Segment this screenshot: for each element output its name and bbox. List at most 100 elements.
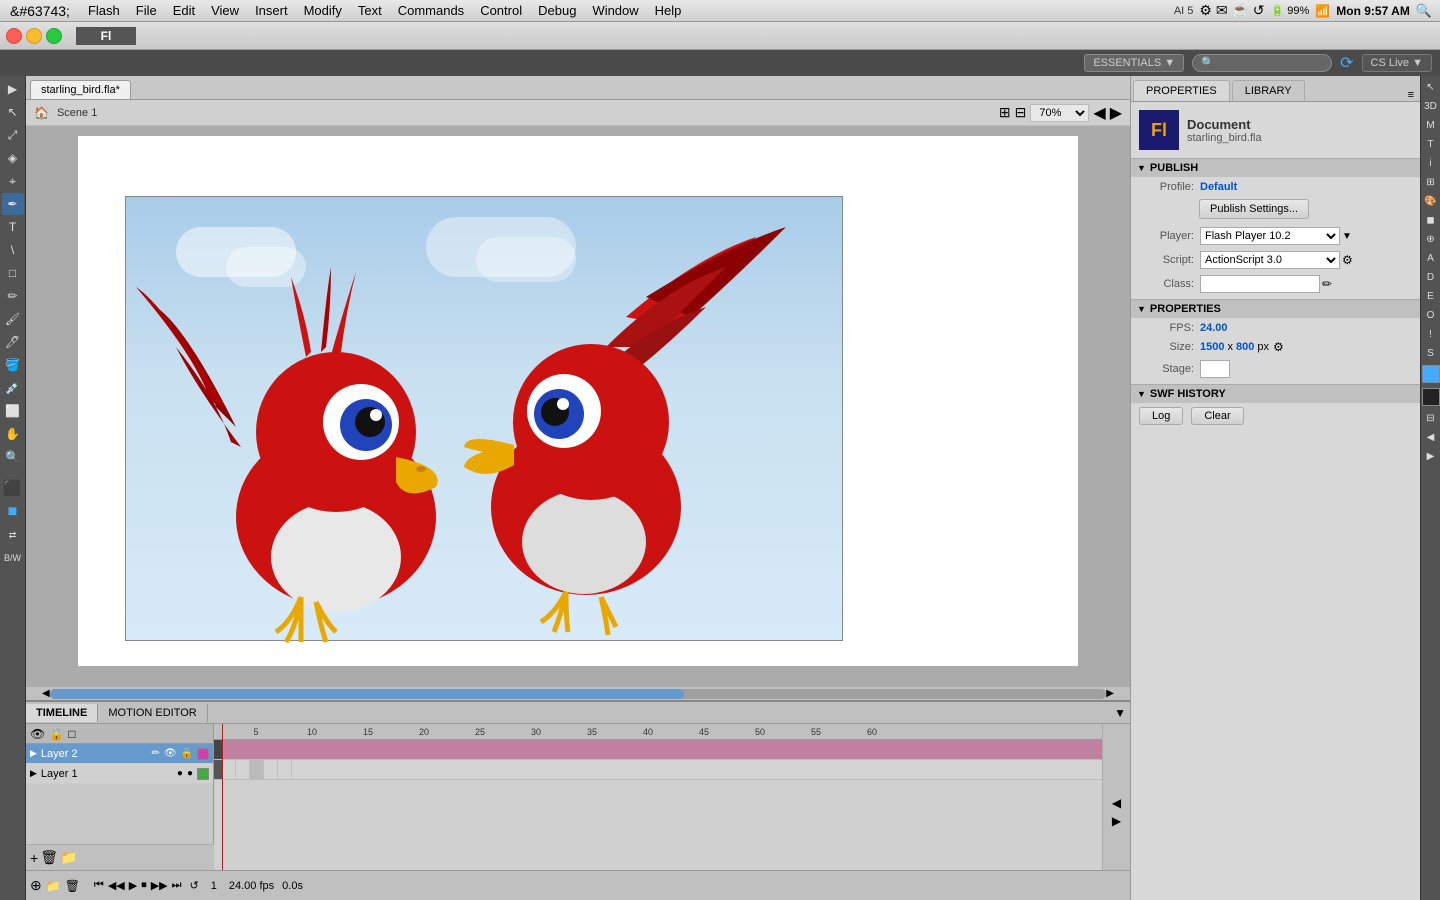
- tl-loop-icon[interactable]: ↺: [190, 879, 199, 892]
- class-edit-icon[interactable]: ✏: [1322, 277, 1332, 291]
- layer-row-2[interactable]: ▶ Layer 2 ✏ 👁 🔒: [26, 744, 213, 764]
- menu-modify[interactable]: Modify: [296, 0, 350, 22]
- free-transform-tool[interactable]: ⤢: [2, 124, 24, 146]
- scroll-track[interactable]: [50, 689, 1107, 699]
- publish-settings-button[interactable]: Publish Settings...: [1199, 199, 1309, 219]
- menu-view[interactable]: View: [203, 0, 247, 22]
- minimize-window-button[interactable]: [26, 28, 42, 44]
- scroll-left-button[interactable]: ◀: [42, 688, 50, 699]
- apple-menu[interactable]: &#63743;: [10, 3, 70, 19]
- menu-flash[interactable]: Flash: [80, 0, 128, 22]
- clear-button[interactable]: Clear: [1191, 407, 1243, 425]
- tl-next-frame-icon[interactable]: ▶▶: [151, 879, 168, 892]
- lasso-tool[interactable]: ⌖: [2, 170, 24, 192]
- script-select[interactable]: ActionScript 3.0 ActionScript 2.0: [1200, 251, 1340, 269]
- right-tool-11[interactable]: D: [1422, 268, 1440, 286]
- pen-tool[interactable]: ✒: [2, 193, 24, 215]
- layer-1-eye-icon[interactable]: ●: [177, 768, 183, 779]
- panel-menu-icon[interactable]: ≡: [1408, 89, 1414, 101]
- right-tool-15[interactable]: S: [1422, 344, 1440, 362]
- fps-value[interactable]: 24.00: [1200, 322, 1228, 334]
- right-tool-1[interactable]: ↖: [1422, 78, 1440, 96]
- inkbottle-tool[interactable]: 🖊: [2, 331, 24, 353]
- right-tool-13[interactable]: O: [1422, 306, 1440, 324]
- timeline-scroll-left[interactable]: ◀: [1112, 796, 1121, 810]
- tab-properties[interactable]: PROPERTIES: [1133, 80, 1230, 101]
- add-layer-button[interactable]: +: [30, 850, 38, 866]
- properties-section-header[interactable]: ▼ PROPERTIES: [1131, 299, 1420, 318]
- eyedropper-tool[interactable]: 💉: [2, 377, 24, 399]
- right-tool-10[interactable]: A: [1422, 249, 1440, 267]
- tl-play-icon[interactable]: ▶: [129, 879, 137, 892]
- tl-delete-icon[interactable]: 🗑: [65, 879, 80, 893]
- menu-debug[interactable]: Debug: [530, 0, 584, 22]
- player-select[interactable]: Flash Player 10.2 Flash Player 10.1 Flas…: [1200, 227, 1340, 245]
- zoom-in-icon[interactable]: ▶: [1110, 103, 1122, 123]
- stroke-color[interactable]: ⬛: [2, 478, 24, 500]
- eraser-tool[interactable]: ⬜: [2, 400, 24, 422]
- class-input[interactable]: [1200, 275, 1320, 293]
- black-white-colors[interactable]: B/W: [2, 547, 24, 569]
- text-tool[interactable]: T: [2, 216, 24, 238]
- cs-live-button[interactable]: CS Live ▼: [1362, 54, 1432, 72]
- zoom-select[interactable]: 25% 50% 70% 100% 200%: [1030, 104, 1089, 122]
- menu-control[interactable]: Control: [472, 0, 530, 22]
- right-color-stroke-swatch[interactable]: [1422, 388, 1440, 406]
- size-height[interactable]: 800: [1236, 341, 1254, 353]
- subselection-tool[interactable]: ↖: [2, 101, 24, 123]
- gradient-tool[interactable]: ◈: [2, 147, 24, 169]
- tl-stop-icon[interactable]: ⏹: [141, 879, 147, 892]
- close-window-button[interactable]: [6, 28, 22, 44]
- fill-color[interactable]: ■: [2, 501, 24, 523]
- script-settings-icon[interactable]: ⚙: [1342, 253, 1353, 267]
- menu-edit[interactable]: Edit: [165, 0, 203, 22]
- tl-add-folder-icon[interactable]: 📁: [46, 879, 61, 893]
- sync-icon[interactable]: ⟳: [1340, 53, 1353, 73]
- tl-add-layer-icon[interactable]: ⊕: [30, 877, 42, 894]
- line-tool[interactable]: \: [2, 239, 24, 261]
- fit-width-icon[interactable]: ⊞: [999, 104, 1011, 121]
- layer-row-1[interactable]: ▶ Layer 1 ● ●: [26, 764, 213, 784]
- layer-lock-icon[interactable]: 🔒: [49, 727, 64, 741]
- right-tool-expand[interactable]: ◀: [1422, 428, 1440, 446]
- rect-tool[interactable]: □: [2, 262, 24, 284]
- tab-motion-editor[interactable]: MOTION EDITOR: [98, 704, 207, 722]
- right-tool-6[interactable]: ⊞: [1422, 173, 1440, 191]
- tl-goto-end-icon[interactable]: ⏭: [172, 879, 182, 892]
- right-tool-2[interactable]: 3D: [1422, 97, 1440, 115]
- selection-tool[interactable]: ▶: [2, 78, 24, 100]
- player-dropdown-icon[interactable]: ▼: [1342, 231, 1352, 242]
- timeline-collapse-icon[interactable]: ▼: [1114, 706, 1126, 720]
- scroll-thumb[interactable]: [50, 689, 684, 699]
- scroll-right-button[interactable]: ▶: [1106, 688, 1114, 699]
- maximize-window-button[interactable]: [46, 28, 62, 44]
- right-tool-4[interactable]: T: [1422, 135, 1440, 153]
- delete-layer-button[interactable]: 🗑: [40, 849, 58, 866]
- menu-window[interactable]: Window: [584, 0, 646, 22]
- add-folder-button[interactable]: 📁: [60, 849, 77, 866]
- right-tool-7[interactable]: 🎨: [1422, 192, 1440, 210]
- menu-insert[interactable]: Insert: [247, 0, 296, 22]
- tl-prev-frame-icon[interactable]: ◀◀: [108, 879, 125, 892]
- layer-visibility-icon[interactable]: 👁: [30, 727, 45, 741]
- brush-tool[interactable]: 🖌: [2, 308, 24, 330]
- layer-1-lock-icon[interactable]: ●: [187, 768, 193, 779]
- swap-colors[interactable]: ⇄: [2, 524, 24, 546]
- stage-color-swatch[interactable]: [1200, 360, 1230, 378]
- search-icon[interactable]: 🔍: [1416, 3, 1432, 19]
- essentials-button[interactable]: ESSENTIALS ▼: [1084, 54, 1184, 72]
- right-tool-14[interactable]: !: [1422, 325, 1440, 343]
- search-input[interactable]: [1192, 54, 1332, 72]
- tab-library[interactable]: LIBRARY: [1232, 80, 1305, 101]
- horizontal-scrollbar[interactable]: ◀ ▶: [26, 686, 1130, 700]
- menu-help[interactable]: Help: [647, 0, 690, 22]
- right-tool-3[interactable]: M: [1422, 116, 1440, 134]
- log-button[interactable]: Log: [1139, 407, 1183, 425]
- scene-home-icon[interactable]: 🏠: [34, 106, 49, 120]
- canvas-container[interactable]: [26, 126, 1130, 686]
- timeline-scroll-right[interactable]: ▶: [1112, 814, 1121, 828]
- right-tool-5[interactable]: i: [1422, 154, 1440, 172]
- layer-2-lock-icon[interactable]: 🔒: [181, 748, 193, 759]
- right-tool-12[interactable]: E: [1422, 287, 1440, 305]
- hand-tool[interactable]: ✋: [2, 423, 24, 445]
